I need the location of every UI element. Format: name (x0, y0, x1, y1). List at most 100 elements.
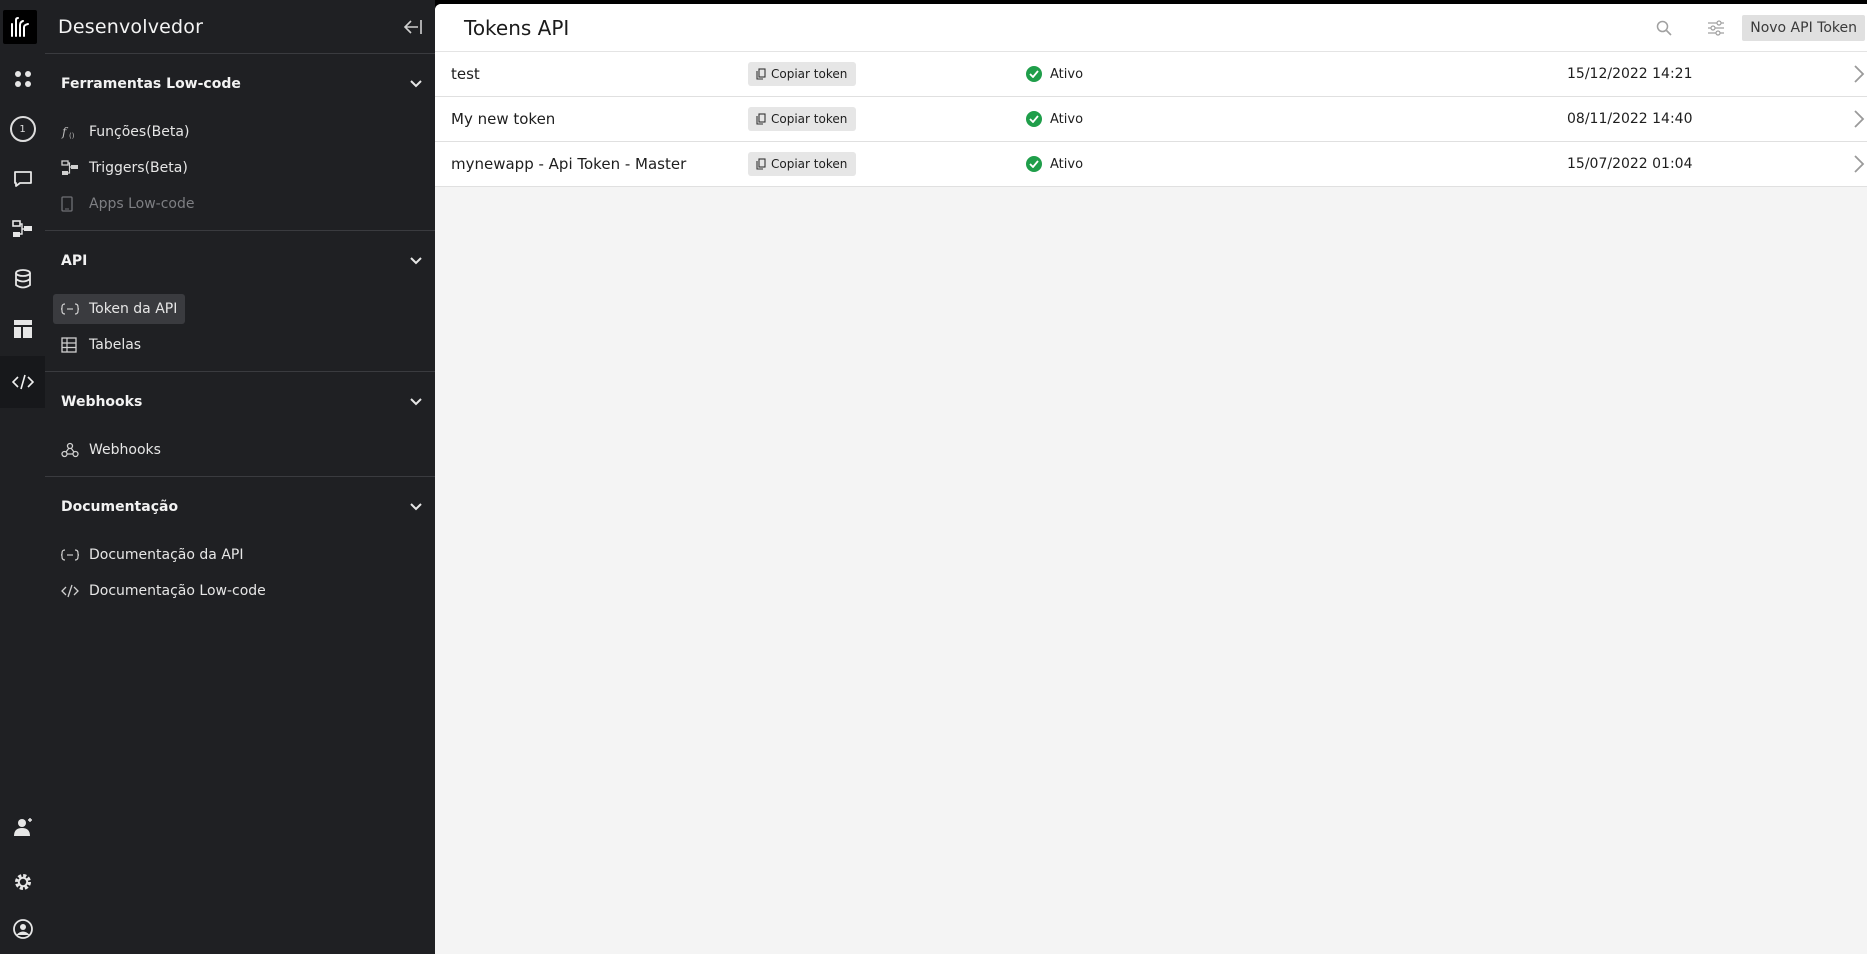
chat-icon[interactable] (0, 157, 45, 201)
token-list: test Copiar token Ativo 15/12/2022 14:21… (435, 52, 1867, 187)
dashboard-icon[interactable] (0, 57, 45, 101)
chevron-down-icon (410, 398, 422, 406)
database-icon[interactable] (0, 257, 45, 301)
flow-icon[interactable] (0, 207, 45, 251)
copy-token-label: Copiar token (771, 112, 848, 126)
chevron-down-icon (410, 80, 422, 88)
check-circle-icon (1026, 156, 1042, 172)
table-row[interactable]: test Copiar token Ativo 15/12/2022 14:21 (435, 52, 1867, 97)
table-icon (61, 337, 89, 353)
sidebar-item-label: Token da API (89, 301, 178, 317)
code-icon (61, 584, 89, 598)
account-icon[interactable] (0, 907, 45, 951)
token-name: test (451, 65, 480, 83)
copy-token-button[interactable]: Copiar token (748, 62, 857, 86)
user-add-icon[interactable] (0, 805, 45, 849)
status-text: Ativo (1050, 156, 1084, 172)
sidebar-item-label: Documentação Low-code (89, 583, 266, 599)
token-name: My new token (451, 110, 556, 128)
sidebar-item-label: Tabelas (89, 337, 142, 353)
sidebar-title: Desenvolvedor (58, 15, 204, 38)
section-webhooks: Webhooks Webhooks (45, 372, 435, 477)
token-date: 15/07/2022 01:04 (1567, 156, 1693, 172)
section-toggle-lowcode[interactable]: Ferramentas Low-code (45, 54, 435, 114)
copy-icon (756, 158, 766, 170)
status-badge: Ativo (1026, 156, 1083, 172)
collapse-sidebar-icon[interactable] (403, 18, 423, 36)
layout-icon[interactable] (0, 307, 45, 351)
chevron-right-icon[interactable] (1853, 65, 1865, 83)
copy-token-button[interactable]: Copiar token (748, 107, 857, 131)
sidebar-item-label: Apps Low-code (89, 196, 195, 212)
developer-sidebar: Desenvolvedor Ferramentas Low-code f() F… (45, 0, 435, 954)
filter-button[interactable] (1690, 8, 1742, 48)
token-date: 15/12/2022 14:21 (1567, 66, 1693, 82)
chevron-right-icon[interactable] (1853, 155, 1865, 173)
api-icon (61, 302, 89, 316)
sidebar-item-label: Documentação da API (89, 547, 244, 563)
section-lowcode-tools: Ferramentas Low-code f() Funções(Beta) T… (45, 54, 435, 231)
section-title: Webhooks (61, 394, 143, 410)
check-circle-icon (1026, 111, 1042, 127)
sidebar-item-tables[interactable]: Tabelas (45, 327, 435, 363)
token-date: 08/11/2022 14:40 (1567, 111, 1693, 127)
section-title: Ferramentas Low-code (61, 76, 241, 92)
status-text: Ativo (1050, 66, 1084, 82)
webhook-icon (61, 442, 89, 458)
sidebar-item-label: Triggers(Beta) (89, 160, 188, 176)
section-title: API (61, 253, 88, 269)
status-badge: Ativo (1026, 111, 1083, 127)
status-text: Ativo (1050, 111, 1084, 127)
page-title: Tokens API (464, 15, 570, 40)
sidebar-item-triggers[interactable]: Triggers(Beta) (45, 150, 435, 186)
sidebar-item-functions[interactable]: f() Funções(Beta) (45, 114, 435, 150)
developer-nav-active[interactable] (0, 356, 45, 408)
notification-count: 1 (9, 116, 36, 142)
sidebar-item-lowcode-apps[interactable]: Apps Low-code (45, 186, 435, 222)
code-icon (0, 356, 45, 408)
svg-text:f: f (61, 125, 69, 139)
sidebar-item-webhooks[interactable]: Webhooks (45, 432, 435, 468)
sidebar-item-label: Funções(Beta) (89, 124, 190, 140)
sidebar-item-lowcode-docs[interactable]: Documentação Low-code (45, 573, 435, 609)
table-row[interactable]: mynewapp - Api Token - Master Copiar tok… (435, 142, 1867, 187)
function-icon: f() (61, 124, 89, 140)
filter-sliders-icon (1708, 19, 1725, 36)
sidebar-header: Desenvolvedor (45, 0, 435, 54)
copy-token-label: Copiar token (771, 157, 848, 171)
section-toggle-api[interactable]: API (45, 231, 435, 291)
copy-token-label: Copiar token (771, 67, 848, 81)
settings-gear-icon[interactable] (0, 860, 45, 904)
sidebar-item-api-token[interactable]: Token da API (45, 291, 435, 327)
section-toggle-webhooks[interactable]: Webhooks (45, 372, 435, 432)
copy-icon (756, 113, 766, 125)
api-icon (61, 548, 89, 562)
sidebar-item-api-token-highlight: Token da API (53, 294, 186, 324)
section-title: Documentação (61, 499, 179, 515)
status-badge: Ativo (1026, 66, 1083, 82)
chevron-right-icon[interactable] (1853, 110, 1865, 128)
notifications-badge[interactable]: 1 (0, 107, 45, 151)
trigger-icon (61, 160, 89, 176)
copy-token-button[interactable]: Copiar token (748, 152, 857, 176)
app-rail: 1 (0, 0, 45, 954)
sidebar-item-api-docs[interactable]: Documentação da API (45, 537, 435, 573)
app-logo-icon[interactable] (3, 10, 37, 44)
sidebar-item-label: Webhooks (89, 442, 161, 458)
chevron-down-icon (410, 503, 422, 511)
page-header: Tokens API Novo API Token (435, 4, 1867, 52)
token-name: mynewapp - Api Token - Master (451, 155, 687, 173)
header-actions: Novo API Token (1638, 4, 1867, 52)
app-icon (61, 196, 89, 212)
search-icon (1656, 20, 1672, 36)
section-api: API Token da API Tabelas (45, 231, 435, 372)
main-content: Tokens API Novo API Token test Copiar to… (435, 4, 1867, 954)
section-documentation: Documentação Documentação da API Documen… (45, 477, 435, 617)
copy-icon (756, 68, 766, 80)
section-toggle-documentation[interactable]: Documentação (45, 477, 435, 537)
new-api-token-button[interactable]: Novo API Token (1742, 14, 1865, 41)
table-row[interactable]: My new token Copiar token Ativo 08/11/20… (435, 97, 1867, 142)
search-button[interactable] (1638, 8, 1690, 48)
svg-text:(): () (69, 132, 75, 140)
check-circle-icon (1026, 66, 1042, 82)
